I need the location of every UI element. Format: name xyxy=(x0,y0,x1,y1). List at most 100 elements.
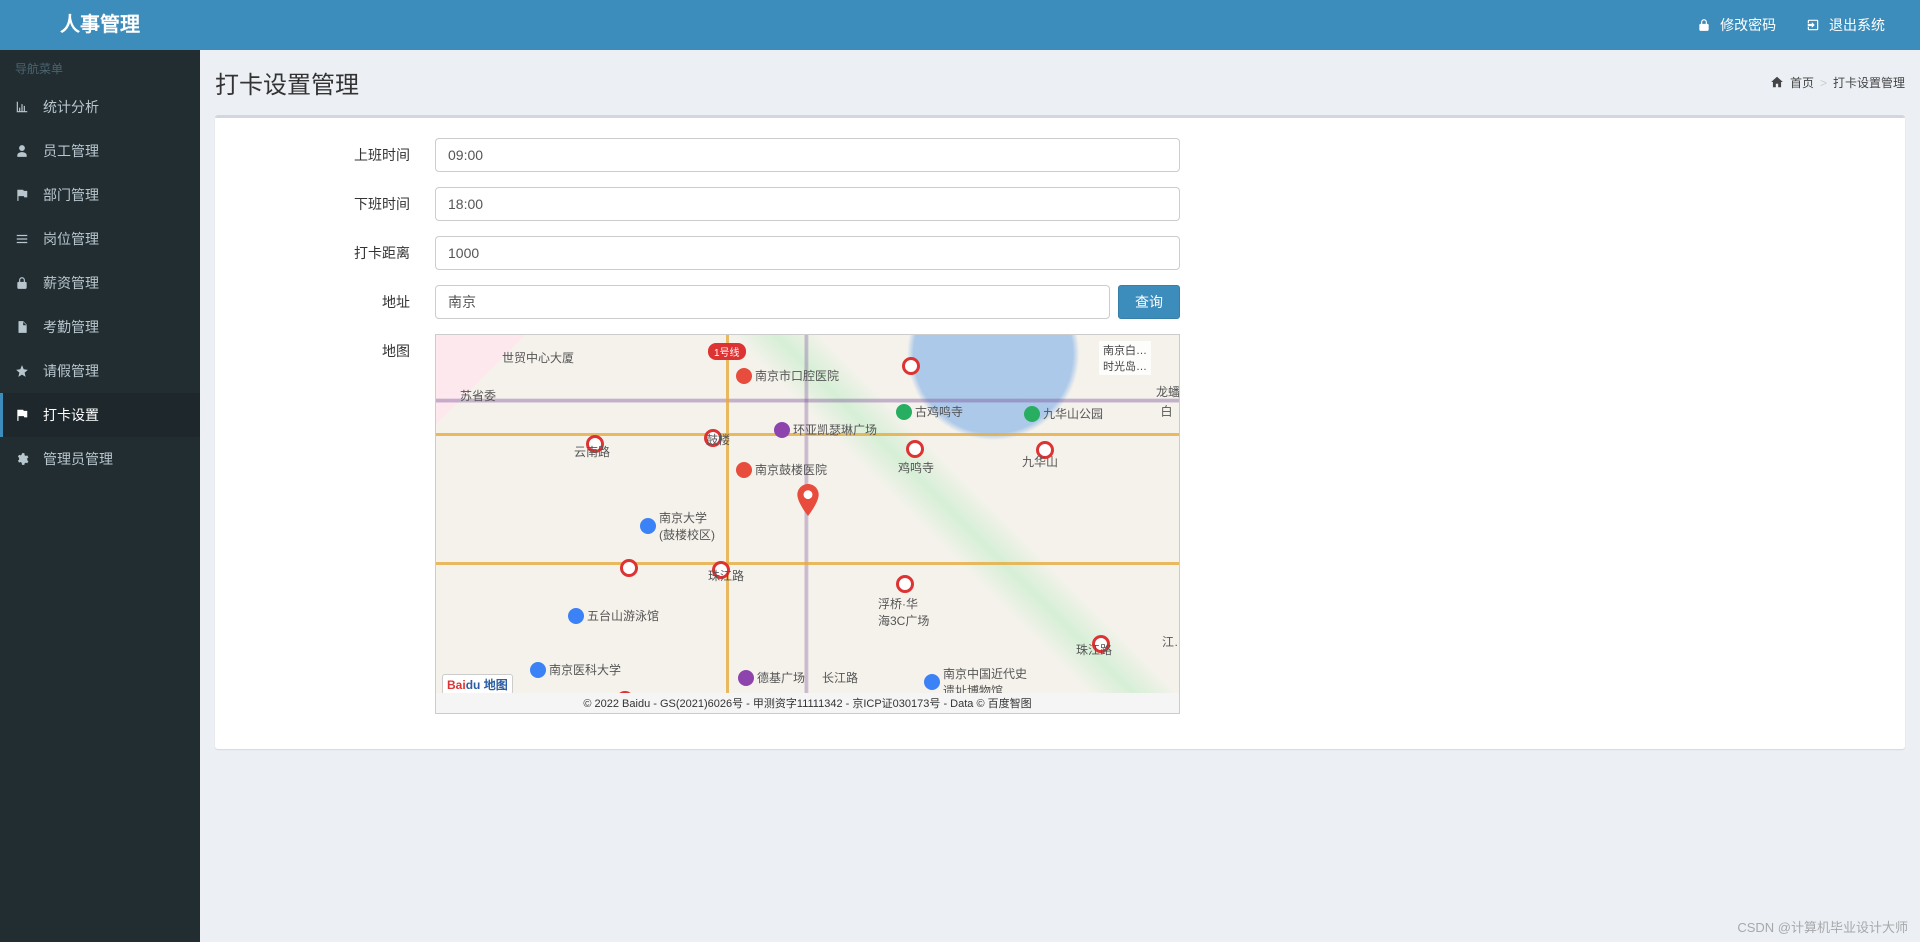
end-time-label: 下班时间 xyxy=(235,187,435,214)
poi-blue-icon xyxy=(640,518,656,534)
top-header: 人事管理 修改密码 退出系统 xyxy=(0,0,1920,50)
sidebar-item-4[interactable]: 薪资管理 xyxy=(0,261,200,305)
poi-green-icon xyxy=(896,404,912,420)
sidebar-item-label: 打卡设置 xyxy=(43,405,99,425)
logout-link[interactable]: 退出系统 xyxy=(1791,0,1900,50)
poi-red-icon xyxy=(736,462,752,478)
change-password-link[interactable]: 修改密码 xyxy=(1682,0,1791,50)
map-copyright: © 2022 Baidu - GS(2021)6026号 - 甲测资字11111… xyxy=(436,693,1179,713)
map-poi: 珠江路 xyxy=(1076,641,1112,658)
poi-red-icon xyxy=(736,368,752,384)
map-corner-label: 南京白… 时光岛… xyxy=(1099,341,1151,375)
map-poi: 五台山游泳馆 xyxy=(568,607,659,624)
distance-input[interactable] xyxy=(435,236,1180,270)
breadcrumb: 首页 > 打卡设置管理 xyxy=(1770,74,1905,91)
flag-icon xyxy=(15,187,35,203)
map-poi: 南京大学 (鼓楼校区) xyxy=(640,509,715,543)
map-poi: 苏省委 xyxy=(460,387,496,404)
map-label: 地图 xyxy=(235,334,435,361)
metro-station-icon xyxy=(896,575,914,593)
metro-line-tag: 1号线 xyxy=(708,343,746,360)
content-header: 打卡设置管理 首页 > 打卡设置管理 xyxy=(215,65,1905,100)
map-poi: 南京市口腔医院 xyxy=(736,367,839,384)
sidebar: 导航菜单 统计分析员工管理部门管理岗位管理薪资管理考勤管理请假管理打卡设置管理员… xyxy=(0,50,200,942)
sidebar-item-3[interactable]: 岗位管理 xyxy=(0,217,200,261)
breadcrumb-home[interactable]: 首页 xyxy=(1790,74,1814,91)
user-icon xyxy=(15,143,35,159)
map-right-edge: 白 xyxy=(1158,405,1175,417)
sidebar-item-2[interactable]: 部门管理 xyxy=(0,173,200,217)
map-poi: 环亚凯瑟琳广场 xyxy=(774,421,877,438)
watermark: CSDN @计算机毕业设计大师 xyxy=(1737,917,1908,936)
sidebar-item-label: 岗位管理 xyxy=(43,229,99,249)
start-time-label: 上班时间 xyxy=(235,138,435,165)
breadcrumb-current: 打卡设置管理 xyxy=(1833,74,1905,91)
sidebar-item-label: 部门管理 xyxy=(43,185,99,205)
header-right: 修改密码 退出系统 xyxy=(1682,0,1920,50)
sidebar-item-1[interactable]: 员工管理 xyxy=(0,129,200,173)
logout-label: 退出系统 xyxy=(1829,17,1885,33)
sidebar-item-label: 考勤管理 xyxy=(43,317,99,337)
change-password-label: 修改密码 xyxy=(1720,17,1776,33)
map-poi: 九华山公园 xyxy=(1024,405,1103,422)
map-poi: 江… xyxy=(1162,633,1180,650)
map-marker-icon xyxy=(797,484,819,516)
map-poi: 南京鼓楼医院 xyxy=(736,461,827,478)
form-panel: 上班时间 下班时间 打卡距离 地址 xyxy=(215,115,1905,749)
map-poi: 云南路 xyxy=(574,443,610,460)
map-poi: 古鸡鸣寺 xyxy=(896,403,963,420)
poi-blue-icon xyxy=(530,662,546,678)
map-poi: 九华山 xyxy=(1022,453,1058,470)
start-time-input[interactable] xyxy=(435,138,1180,172)
home-icon xyxy=(1770,75,1784,90)
end-time-input[interactable] xyxy=(435,187,1180,221)
gear-icon xyxy=(15,451,35,467)
address-label: 地址 xyxy=(235,285,435,312)
lock-icon xyxy=(15,275,35,291)
map-widget[interactable]: 1号线 南京白… 时光岛… 世贸中心大厦南京市口腔医院古鸡鸣寺 九华山公园环亚凯瑟… xyxy=(435,334,1180,714)
poi-blue-icon xyxy=(924,674,940,690)
sidebar-item-7[interactable]: 打卡设置 xyxy=(0,393,200,437)
map-poi: 世贸中心大厦 xyxy=(502,349,574,366)
poi-blue-icon xyxy=(568,608,584,624)
page-title: 打卡设置管理 xyxy=(215,65,359,100)
sidebar-item-label: 薪资管理 xyxy=(43,273,99,293)
search-button[interactable]: 查询 xyxy=(1118,285,1180,319)
chart-icon xyxy=(15,99,35,115)
map-poi: 珠江路 xyxy=(708,567,744,584)
logout-icon xyxy=(1806,17,1820,33)
star-icon xyxy=(15,363,35,379)
main-content: 打卡设置管理 首页 > 打卡设置管理 上班时间 下班时间 xyxy=(200,50,1920,942)
map-poi: 南京医科大学 xyxy=(530,661,621,678)
sidebar-item-6[interactable]: 请假管理 xyxy=(0,349,200,393)
file-icon xyxy=(15,319,35,335)
metro-station-icon xyxy=(902,357,920,375)
breadcrumb-sep: > xyxy=(1820,76,1827,90)
poi-green-icon xyxy=(1024,406,1040,422)
map-poi: 龙蟠路 xyxy=(1156,383,1180,400)
sidebar-item-0[interactable]: 统计分析 xyxy=(0,85,200,129)
list-icon xyxy=(15,231,35,247)
lock-icon xyxy=(1697,17,1711,33)
poi-purple-icon xyxy=(774,422,790,438)
address-input[interactable] xyxy=(435,285,1110,319)
metro-station-icon xyxy=(906,440,924,458)
sidebar-item-label: 请假管理 xyxy=(43,361,99,381)
map-poi: 德基广场 xyxy=(738,669,805,686)
sidebar-item-label: 统计分析 xyxy=(43,97,99,117)
sidebar-item-label: 管理员管理 xyxy=(43,449,113,469)
poi-purple-icon xyxy=(738,670,754,686)
map-poi: 长江路 xyxy=(822,669,858,686)
app-logo: 人事管理 xyxy=(0,0,200,50)
baidu-logo: Baidu Baidu 地图地图 xyxy=(442,674,513,695)
map-poi: 鼓楼 xyxy=(706,431,730,448)
flag-icon xyxy=(15,407,35,423)
sidebar-item-8[interactable]: 管理员管理 xyxy=(0,437,200,481)
sidebar-item-5[interactable]: 考勤管理 xyxy=(0,305,200,349)
map-poi: 鸡鸣寺 xyxy=(898,459,934,476)
sidebar-title: 导航菜单 xyxy=(0,50,200,85)
map-poi: 浮桥·华 海3C广场 xyxy=(878,595,929,629)
distance-label: 打卡距离 xyxy=(235,236,435,263)
metro-station-icon xyxy=(620,559,638,577)
sidebar-item-label: 员工管理 xyxy=(43,141,99,161)
